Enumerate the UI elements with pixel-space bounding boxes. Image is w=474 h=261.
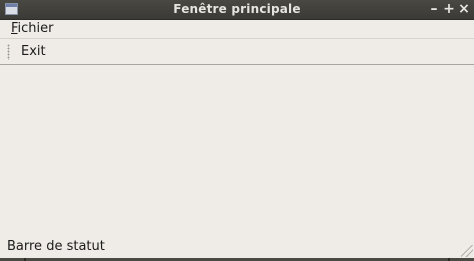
toolbar: Exit <box>0 39 474 65</box>
title-bar[interactable]: Fenêtre principale – + × <box>0 0 474 20</box>
menu-fichier-label: ichier <box>17 21 54 36</box>
main-window: Fenêtre principale – + × Fichier Exit Ba… <box>0 0 474 261</box>
central-area <box>0 65 474 237</box>
status-text: Barre de statut <box>7 239 105 254</box>
menu-fichier[interactable]: Fichier <box>10 21 55 37</box>
exit-button[interactable]: Exit <box>16 42 51 62</box>
toolbar-grip-handle[interactable] <box>7 44 10 60</box>
close-icon[interactable]: × <box>457 1 471 17</box>
menu-bar: Fichier <box>0 20 474 39</box>
maximize-icon[interactable]: + <box>442 1 456 17</box>
minimize-icon[interactable]: – <box>427 1 441 17</box>
window-title: Fenêtre principale <box>173 2 301 16</box>
resize-grip-icon[interactable] <box>461 245 473 257</box>
